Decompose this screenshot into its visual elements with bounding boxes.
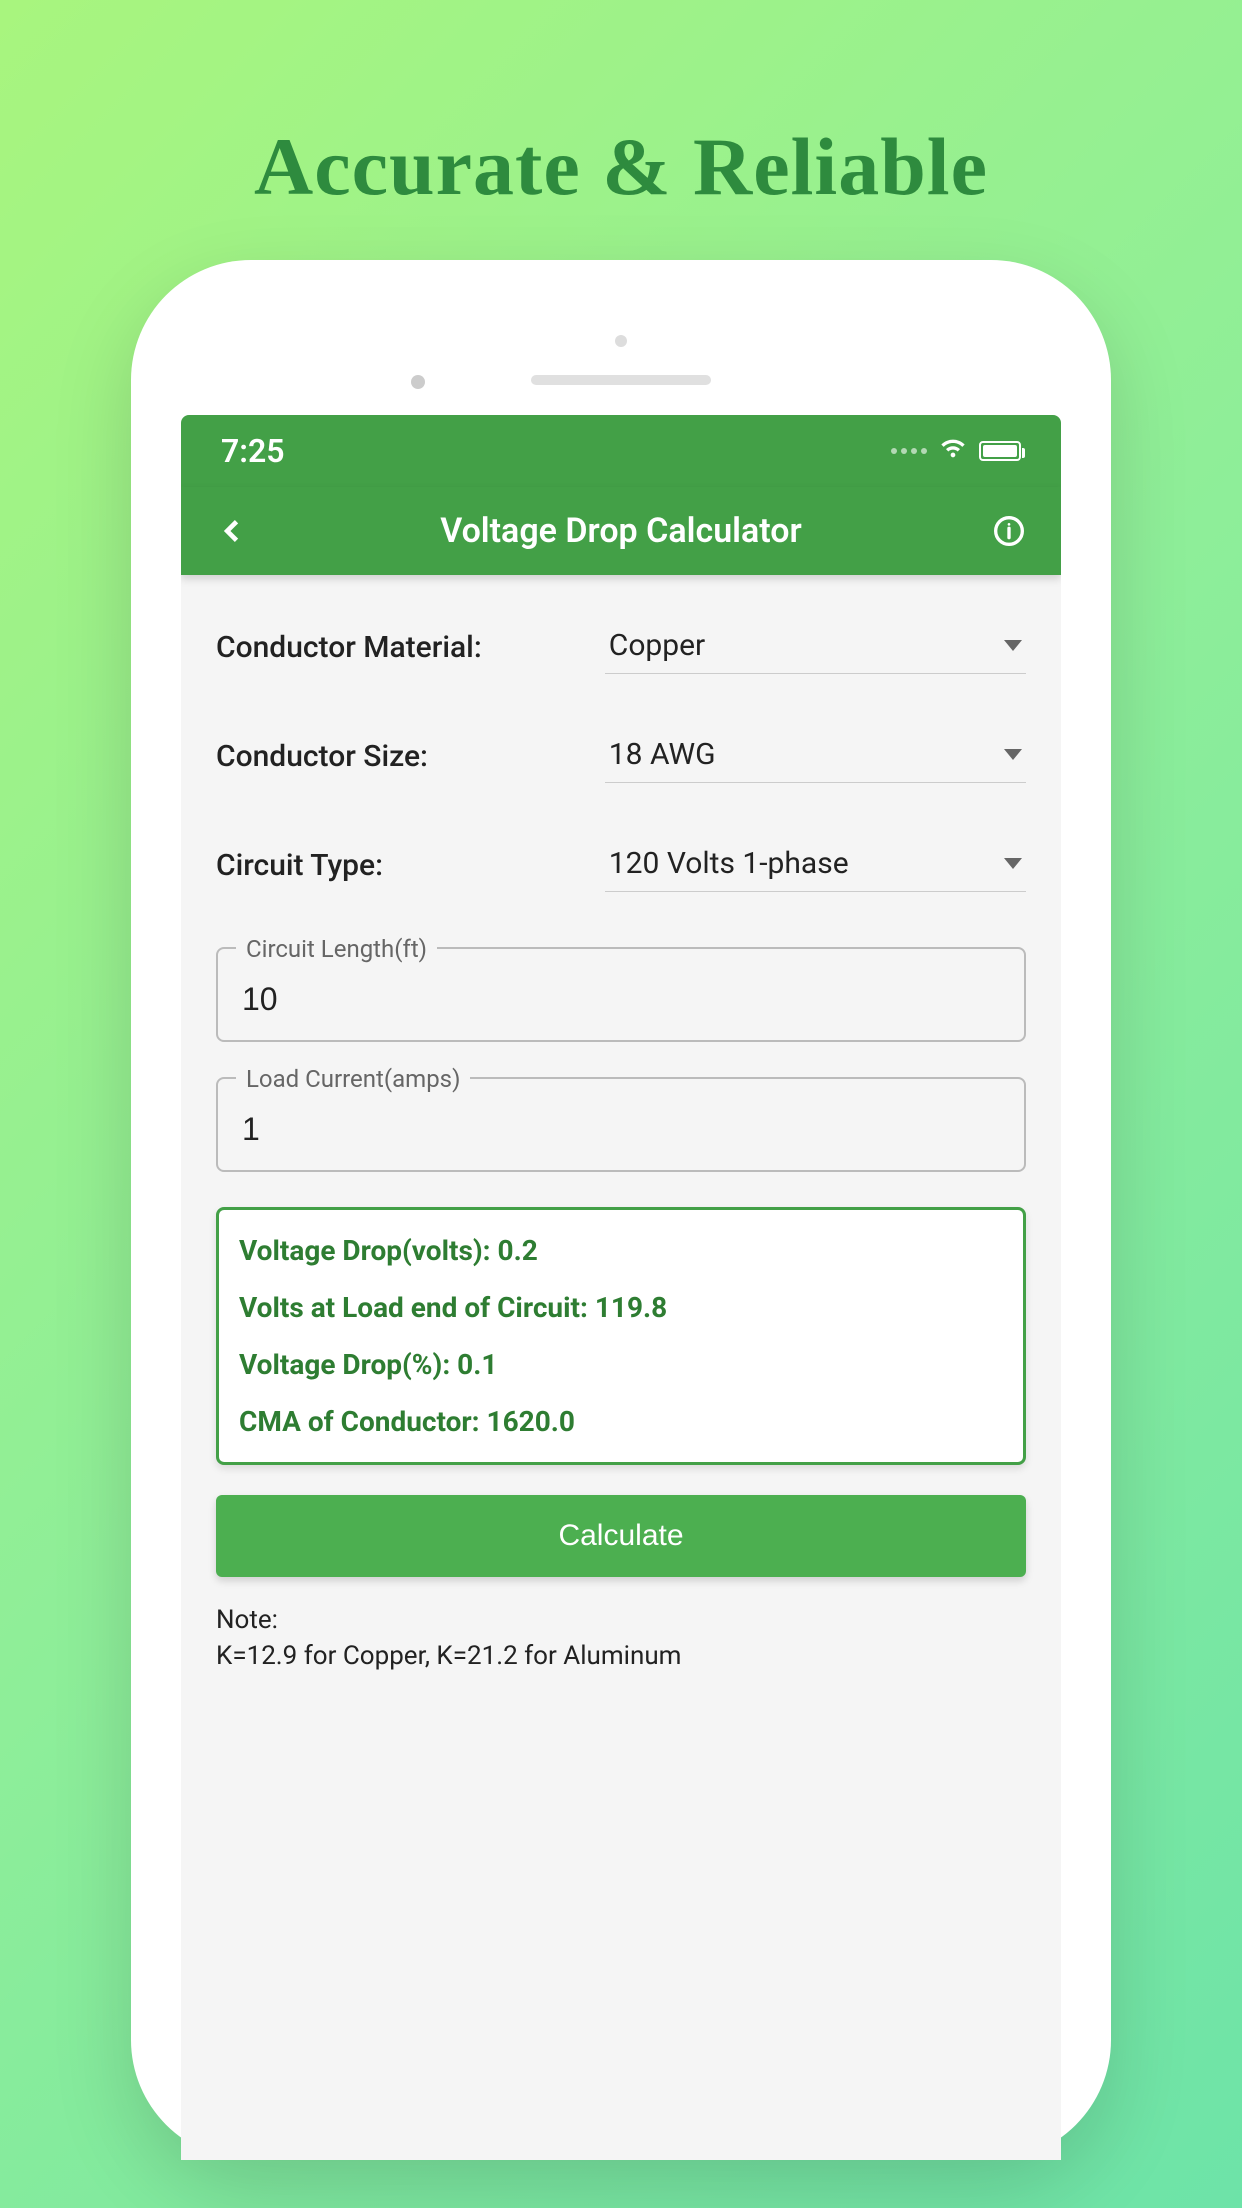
result-voltage-drop-percent: Voltage Drop(%): 0.1 — [239, 1348, 1003, 1381]
circuit-type-value: 120 Volts 1-phase — [609, 846, 849, 881]
note-line1: Note: — [216, 1602, 1026, 1638]
conductor-material-label: Conductor Material: — [216, 630, 605, 665]
status-icons — [891, 432, 1021, 470]
hero-title: Accurate & Reliable — [0, 0, 1242, 214]
form-content: Conductor Material: Copper Conductor Siz… — [181, 575, 1061, 1695]
wifi-icon — [939, 432, 967, 470]
phone-frame: 7:25 Voltage Drop Calculator — [131, 260, 1111, 2160]
conductor-material-row: Conductor Material: Copper — [216, 620, 1026, 674]
chevron-down-icon — [1004, 749, 1022, 760]
app-title: Voltage Drop Calculator — [440, 511, 802, 551]
chevron-down-icon — [1004, 858, 1022, 869]
info-icon — [993, 515, 1025, 547]
circuit-type-row: Circuit Type: 120 Volts 1-phase — [216, 838, 1026, 892]
result-voltage-drop: Voltage Drop(volts): 0.2 — [239, 1234, 1003, 1267]
conductor-material-dropdown[interactable]: Copper — [605, 620, 1026, 674]
chevron-left-icon — [219, 517, 247, 545]
phone-camera-dot — [615, 335, 627, 347]
conductor-size-label: Conductor Size: — [216, 739, 605, 774]
circuit-type-label: Circuit Type: — [216, 848, 605, 883]
load-current-field[interactable]: Load Current(amps) — [216, 1077, 1026, 1172]
circuit-length-field[interactable]: Circuit Length(ft) — [216, 947, 1026, 1042]
result-cma: CMA of Conductor: 1620.0 — [239, 1405, 1003, 1438]
load-current-legend: Load Current(amps) — [236, 1065, 470, 1093]
conductor-material-value: Copper — [609, 628, 705, 663]
status-time: 7:25 — [221, 432, 285, 470]
circuit-length-legend: Circuit Length(ft) — [236, 935, 437, 963]
phone-front-camera — [411, 375, 425, 389]
note-text: Note: K=12.9 for Copper, K=21.2 for Alum… — [216, 1602, 1026, 1675]
conductor-size-row: Conductor Size: 18 AWG — [216, 729, 1026, 783]
load-current-input[interactable] — [242, 1111, 1000, 1148]
info-button[interactable] — [987, 509, 1031, 553]
app-screen: 7:25 Voltage Drop Calculator — [181, 415, 1061, 2160]
conductor-size-dropdown[interactable]: 18 AWG — [605, 729, 1026, 783]
app-bar: Voltage Drop Calculator — [181, 487, 1061, 575]
signal-dots-icon — [891, 448, 927, 454]
back-button[interactable] — [211, 509, 255, 553]
results-box: Voltage Drop(volts): 0.2 Volts at Load e… — [216, 1207, 1026, 1465]
chevron-down-icon — [1004, 640, 1022, 651]
circuit-length-input[interactable] — [242, 981, 1000, 1018]
battery-icon — [979, 441, 1021, 461]
phone-speaker — [531, 375, 711, 385]
status-bar: 7:25 — [181, 415, 1061, 487]
calculate-button[interactable]: Calculate — [216, 1495, 1026, 1577]
circuit-type-dropdown[interactable]: 120 Volts 1-phase — [605, 838, 1026, 892]
note-line2: K=12.9 for Copper, K=21.2 for Aluminum — [216, 1638, 1026, 1674]
conductor-size-value: 18 AWG — [609, 737, 716, 772]
result-volts-load-end: Volts at Load end of Circuit: 119.8 — [239, 1291, 1003, 1324]
